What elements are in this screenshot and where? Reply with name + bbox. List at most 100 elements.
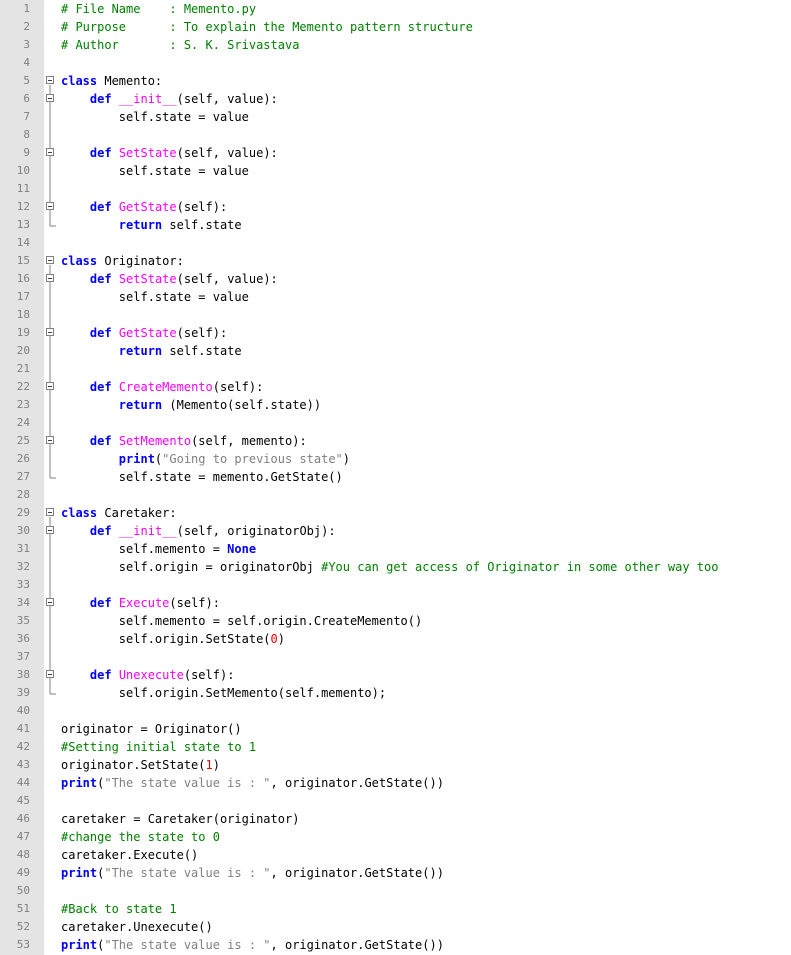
code-line[interactable]: 46 caretaker = Caretaker(originator) bbox=[0, 810, 791, 828]
code-line[interactable]: 21 bbox=[0, 360, 791, 378]
code-line[interactable]: 43 originator.SetState(1) bbox=[0, 756, 791, 774]
fold-toggle-icon[interactable] bbox=[46, 256, 54, 264]
code-line[interactable]: 45 bbox=[0, 792, 791, 810]
code-line[interactable]: 5 class Memento: bbox=[0, 72, 791, 90]
code-line[interactable]: 36 self.origin.SetState(0) bbox=[0, 630, 791, 648]
line-number: 39 bbox=[16, 686, 30, 699]
code-line[interactable]: 29 class Caretaker: bbox=[0, 504, 791, 522]
code-line[interactable]: 1 # File Name : Memento.py bbox=[0, 0, 791, 18]
code-line[interactable]: 6 def __init__(self, value): bbox=[0, 90, 791, 108]
code-line[interactable]: 13 return self.state bbox=[0, 216, 791, 234]
fold-toggle-icon[interactable] bbox=[46, 274, 54, 282]
code-line[interactable]: 15 class Originator: bbox=[0, 252, 791, 270]
code-line[interactable]: 51 #Back to state 1 bbox=[0, 900, 791, 918]
code-token: (Memento(self.state)) bbox=[162, 398, 322, 412]
code-line-text: caretaker.Execute() bbox=[61, 846, 198, 864]
code-line[interactable]: 52 caretaker.Unexecute() bbox=[0, 918, 791, 936]
fold-toggle-icon[interactable] bbox=[46, 670, 54, 678]
code-line[interactable]: 2 # Purpose : To explain the Memento patt… bbox=[0, 18, 791, 36]
code-line-text: print("The state value is : ", originato… bbox=[61, 864, 444, 882]
code-line-text: # File Name : Memento.py bbox=[61, 0, 256, 18]
code-editor[interactable]: 1 # File Name : Memento.py 2 # Purpose : To… bbox=[0, 0, 791, 955]
line-number: 1 bbox=[23, 2, 30, 15]
code-line[interactable]: 49 print("The state value is : ", origina… bbox=[0, 864, 791, 882]
code-line[interactable]: 12 def GetState(self): bbox=[0, 198, 791, 216]
line-number: 12 bbox=[16, 200, 30, 213]
code-line-text: originator.SetState(1) bbox=[61, 756, 220, 774]
code-token: "The state value is : " bbox=[104, 938, 271, 952]
code-line[interactable]: 16 def SetState(self, value): bbox=[0, 270, 791, 288]
fold-toggle-icon[interactable] bbox=[46, 598, 54, 606]
fold-toggle-icon[interactable] bbox=[46, 94, 54, 102]
code-token: caretaker = Caretaker(originator) bbox=[61, 812, 300, 826]
fold-toggle-icon[interactable] bbox=[46, 76, 54, 84]
line-number: 22 bbox=[16, 380, 30, 393]
code-line[interactable]: 14 bbox=[0, 234, 791, 252]
code-line[interactable]: 38 def Unexecute(self): bbox=[0, 666, 791, 684]
fold-toggle-icon[interactable] bbox=[46, 148, 54, 156]
code-token: (self, memento): bbox=[191, 434, 307, 448]
code-line[interactable]: 17 self.state = value bbox=[0, 288, 791, 306]
code-line[interactable]: 35 self.memento = self.origin.CreateMeme… bbox=[0, 612, 791, 630]
code-line[interactable]: 30 def __init__(self, originatorObj): bbox=[0, 522, 791, 540]
code-line[interactable]: 34 def Execute(self): bbox=[0, 594, 791, 612]
code-line[interactable]: 24 bbox=[0, 414, 791, 432]
fold-toggle-icon[interactable] bbox=[46, 526, 54, 534]
code-line[interactable]: 22 def CreateMemento(self): bbox=[0, 378, 791, 396]
code-line[interactable]: 25 def SetMemento(self, memento): bbox=[0, 432, 791, 450]
code-line[interactable]: 11 bbox=[0, 180, 791, 198]
code-line[interactable]: 20 return self.state bbox=[0, 342, 791, 360]
code-line[interactable]: 40 bbox=[0, 702, 791, 720]
fold-toggle-icon[interactable] bbox=[46, 202, 54, 210]
code-line[interactable]: 37 bbox=[0, 648, 791, 666]
code-line[interactable]: 33 bbox=[0, 576, 791, 594]
code-line[interactable]: 39 self.origin.SetMemento(self.memento); bbox=[0, 684, 791, 702]
line-number: 38 bbox=[16, 668, 30, 681]
code-line[interactable]: 9 def SetState(self, value): bbox=[0, 144, 791, 162]
code-token: "The state value is : " bbox=[104, 776, 271, 790]
code-line[interactable]: 42 #Setting initial state to 1 bbox=[0, 738, 791, 756]
code-line[interactable]: 53 print("The state value is : ", origina… bbox=[0, 936, 791, 954]
code-line[interactable]: 4 bbox=[0, 54, 791, 72]
code-line[interactable]: 7 self.state = value bbox=[0, 108, 791, 126]
code-line[interactable]: 28 bbox=[0, 486, 791, 504]
fold-toggle-icon[interactable] bbox=[46, 328, 54, 336]
code-line-text: self.state = value bbox=[61, 108, 249, 126]
code-area[interactable]: 1 # File Name : Memento.py 2 # Purpose : To… bbox=[0, 0, 791, 955]
code-token: self.memento = self.origin.CreateMemento… bbox=[61, 614, 423, 628]
line-number: 50 bbox=[16, 884, 30, 897]
code-line[interactable]: 23 return (Memento(self.state)) bbox=[0, 396, 791, 414]
code-line[interactable]: 47 #change the state to 0 bbox=[0, 828, 791, 846]
code-token: GetState bbox=[118, 326, 177, 340]
fold-toggle-icon[interactable] bbox=[46, 436, 54, 444]
code-line[interactable]: 8 bbox=[0, 126, 791, 144]
code-line[interactable]: 26 print("Going to previous state") bbox=[0, 450, 791, 468]
code-token: ) bbox=[342, 452, 351, 466]
line-number: 45 bbox=[16, 794, 30, 807]
fold-toggle-icon[interactable] bbox=[46, 382, 54, 390]
code-line[interactable]: 44 print("The state value is : ", origina… bbox=[0, 774, 791, 792]
code-line-text: self.state = memento.GetState() bbox=[61, 468, 343, 486]
code-line[interactable]: 31 self.memento = None bbox=[0, 540, 791, 558]
code-line-text: def GetState(self): bbox=[61, 324, 227, 342]
code-line[interactable]: 50 bbox=[0, 882, 791, 900]
code-line[interactable]: 48 caretaker.Execute() bbox=[0, 846, 791, 864]
code-line[interactable]: 18 bbox=[0, 306, 791, 324]
code-line[interactable]: 19 def GetState(self): bbox=[0, 324, 791, 342]
code-token: Memento: bbox=[97, 74, 163, 88]
code-line[interactable]: 27 self.state = memento.GetState() bbox=[0, 468, 791, 486]
code-token: Caretaker: bbox=[97, 506, 177, 520]
line-number: 42 bbox=[16, 740, 30, 753]
code-line[interactable]: 3 # Author : S. K. Srivastava bbox=[0, 36, 791, 54]
code-token: ) bbox=[212, 758, 220, 772]
code-line[interactable]: 41 originator = Originator() bbox=[0, 720, 791, 738]
fold-toggle-icon[interactable] bbox=[46, 508, 54, 516]
line-number: 47 bbox=[16, 830, 30, 843]
code-line[interactable]: 10 self.state = value bbox=[0, 162, 791, 180]
code-line[interactable]: 32 self.origin = originatorObj #You can … bbox=[0, 558, 791, 576]
